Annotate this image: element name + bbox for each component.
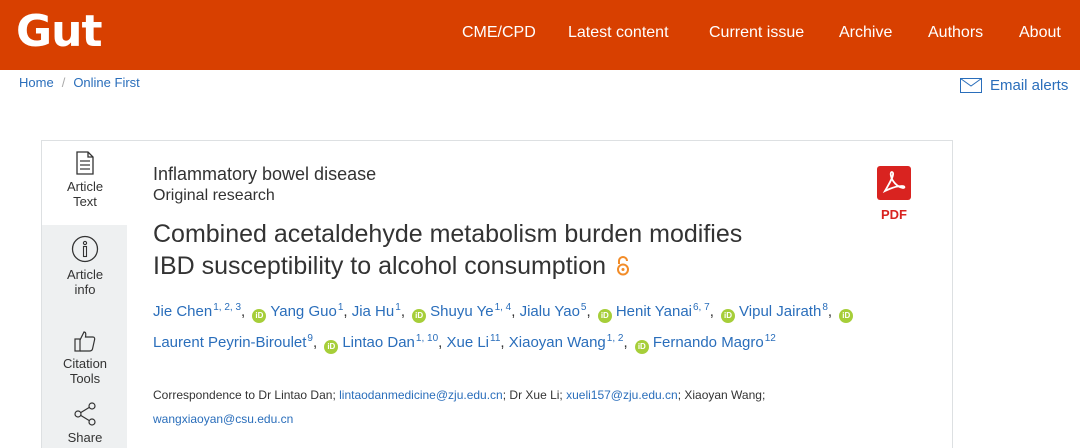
author-name[interactable]: Henit Yanai — [616, 303, 692, 320]
nav-authors[interactable]: Authors — [928, 24, 983, 42]
tab-article-info-line1: Article — [66, 267, 104, 282]
author-separator: , — [586, 303, 595, 320]
open-access-icon — [610, 254, 630, 279]
tab-article-text-line1: Article — [66, 179, 104, 194]
nav-latest-content[interactable]: Latest content — [568, 24, 669, 42]
article-topic[interactable]: Inflammatory bowel disease — [153, 164, 376, 185]
author-name[interactable]: Laurent Peyrin-Biroulet — [153, 334, 306, 351]
author-separator: , — [400, 303, 410, 320]
orcid-icon[interactable]: iD — [252, 309, 267, 323]
author-separator: , — [511, 303, 520, 320]
author-name[interactable]: Jie Chen — [153, 303, 212, 320]
article-side-tabs: Article Text Article info Citation Tools… — [41, 140, 128, 448]
author-separator: , — [709, 303, 719, 320]
journal-logo[interactable]: Gut — [16, 6, 102, 57]
orcid-icon[interactable]: iD — [839, 309, 854, 323]
author-affiliation-numbers[interactable]: 1, 2 — [607, 333, 624, 344]
email-link-xiaoyan-wang[interactable]: wangxiaoyan@csu.edu.cn — [153, 412, 293, 426]
author-name[interactable]: Xue Li — [446, 334, 489, 351]
tab-citation-tools-line1: Citation — [62, 356, 108, 371]
author-name[interactable]: Jialu Yao — [520, 303, 580, 320]
correspondence-mid2: ; Xiaoyan Wang; — [677, 388, 766, 402]
author-list: Jie Chen1, 2, 3, iD Yang Guo1, Jia Hu1, i… — [153, 294, 873, 356]
document-icon — [76, 151, 94, 175]
author-name[interactable]: Shuyu Ye — [430, 303, 493, 320]
orcid-icon[interactable]: iD — [412, 309, 427, 323]
author-name[interactable]: Vipul Jairath — [739, 303, 821, 320]
info-icon — [71, 235, 99, 263]
pdf-icon — [877, 166, 911, 200]
orcid-icon[interactable]: iD — [721, 309, 736, 323]
tab-share[interactable]: Share — [42, 402, 128, 445]
breadcrumb: Home / Online First — [19, 75, 140, 90]
tab-article-info[interactable]: Article info — [42, 235, 128, 297]
correspondence-prefix: Correspondence to Dr Lintao Dan; — [153, 388, 340, 402]
correspondence: Correspondence to Dr Lintao Dan; lintaod… — [153, 383, 893, 431]
author-affiliation-numbers[interactable]: 1, 2, 3 — [213, 302, 241, 313]
nav-cme-cpd[interactable]: CME/CPD — [462, 24, 536, 42]
email-alerts-label: Email alerts — [990, 77, 1069, 94]
author-affiliation-numbers[interactable]: 1, 10 — [416, 333, 438, 344]
tab-article-info-line2: info — [74, 282, 96, 297]
tab-article-text-line2: Text — [73, 194, 97, 209]
tab-citation-tools[interactable]: Citation Tools — [42, 330, 128, 386]
orcid-icon[interactable]: iD — [324, 340, 339, 354]
author-affiliation-numbers[interactable]: 12 — [765, 333, 776, 344]
orcid-icon[interactable]: iD — [597, 309, 612, 323]
nav-about[interactable]: About — [1019, 24, 1061, 42]
nav-current-issue[interactable]: Current issue — [709, 24, 804, 42]
thumbs-up-icon — [74, 331, 96, 352]
email-alerts-link[interactable]: Email alerts — [960, 77, 1068, 94]
correspondence-mid1: ; Dr Xue Li; — [502, 388, 567, 402]
author-affiliation-numbers[interactable]: 11 — [490, 333, 500, 344]
author-separator: , — [343, 303, 352, 320]
author-name[interactable]: Jia Hu — [352, 303, 395, 320]
author-name[interactable]: Yang Guo — [270, 303, 336, 320]
author-name[interactable]: Xiaoyan Wang — [509, 334, 606, 351]
breadcrumb-home[interactable]: Home — [19, 75, 54, 90]
pdf-label: PDF — [881, 207, 907, 222]
email-link-lintao-dan[interactable]: lintaodanmedicine@zju.edu.cn — [339, 388, 503, 402]
tab-share-label: Share — [67, 430, 103, 445]
nav-archive[interactable]: Archive — [839, 24, 892, 42]
author-separator: , — [623, 334, 632, 351]
author-name[interactable]: Lintao Dan — [342, 334, 415, 351]
email-link-xue-li[interactable]: xueli157@zju.edu.cn — [566, 388, 678, 402]
tab-article-text[interactable]: Article Text — [42, 140, 128, 225]
article-type: Original research — [153, 187, 275, 204]
author-separator: , — [827, 303, 837, 320]
author-affiliation-numbers[interactable]: 6, 7 — [693, 302, 710, 313]
top-navigation-bar: Gut CME/CPD Latest content Current issue… — [0, 0, 1080, 70]
author-separator: , — [500, 334, 509, 351]
author-separator: , — [312, 334, 322, 351]
article-title-line1: Combined acetaldehyde metabolism burden … — [153, 220, 743, 248]
article-title: Combined acetaldehyde metabolism burden … — [153, 218, 853, 283]
pdf-download-button[interactable]: PDF — [876, 166, 912, 222]
article-title-line2: IBD susceptibility to alcohol consumptio… — [153, 252, 607, 280]
author-separator: , — [241, 303, 250, 320]
envelope-icon — [960, 78, 982, 93]
author-affiliation-numbers[interactable]: 1, 4 — [495, 302, 512, 313]
tab-citation-tools-line2: Tools — [69, 371, 101, 386]
breadcrumb-separator: / — [61, 75, 66, 90]
breadcrumb-online-first[interactable]: Online First — [73, 75, 139, 90]
author-name[interactable]: Fernando Magro — [653, 334, 764, 351]
orcid-icon[interactable]: iD — [634, 340, 649, 354]
share-icon — [74, 402, 96, 426]
